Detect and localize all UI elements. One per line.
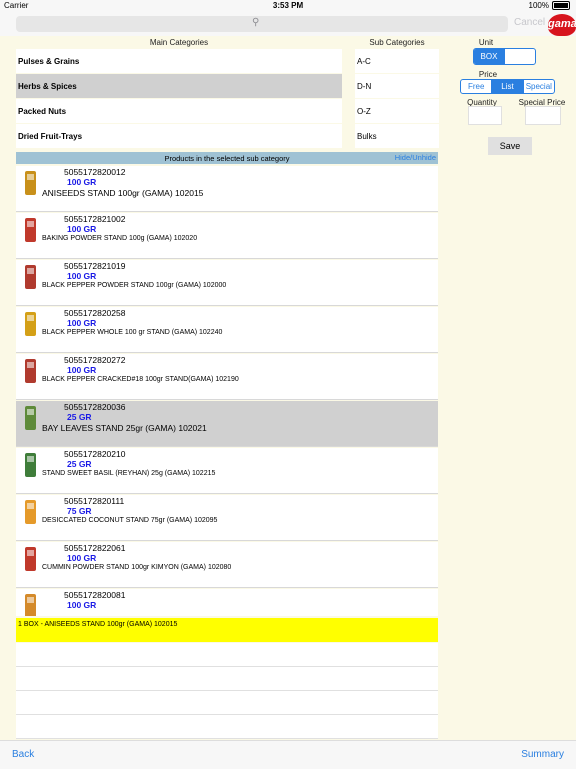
product-thumbnail bbox=[25, 359, 36, 383]
sub-category-item[interactable]: D-N bbox=[355, 74, 439, 98]
product-weight: 100 GR bbox=[67, 365, 97, 375]
product-barcode: 5055172820258 bbox=[64, 308, 126, 318]
battery-indicator: 100% bbox=[529, 1, 570, 10]
search-icon: ⚲ bbox=[252, 17, 260, 28]
product-thumbnail bbox=[25, 218, 36, 242]
product-name: BLACK PEPPER CRACKED#18 100gr STAND(GAMA… bbox=[42, 376, 239, 383]
unit-label: Unit bbox=[478, 38, 494, 47]
product-row[interactable]: 5055172820258 100 GR BLACK PEPPER WHOLE 10… bbox=[16, 307, 438, 353]
product-thumbnail bbox=[25, 594, 36, 616]
products-header: Products in the selected sub category Hi… bbox=[16, 152, 438, 164]
cancel-button[interactable]: Cancel bbox=[514, 17, 545, 28]
products-list[interactable]: 5055172820012 100 GR ANISEEDS STAND 100gr … bbox=[16, 166, 438, 616]
product-name: BLACK PEPPER WHOLE 100 gr STAND (GAMA) 1… bbox=[42, 329, 223, 336]
order-line-selected[interactable]: 1 BOX - ANISEEDS STAND 100gr (GAMA) 1020… bbox=[16, 618, 438, 642]
product-row[interactable]: 5055172820081 100 GR bbox=[16, 589, 438, 616]
main-category-item[interactable]: Dried Fruit-Trays bbox=[16, 124, 342, 148]
sub-category-item[interactable]: O-Z bbox=[355, 99, 439, 123]
product-barcode: 5055172820272 bbox=[64, 355, 126, 365]
unit-option-box[interactable]: BOX bbox=[474, 49, 504, 64]
product-row[interactable]: 5055172820272 100 GR BLACK PEPPER CRACKED#… bbox=[16, 354, 438, 400]
product-thumbnail bbox=[25, 171, 36, 195]
order-line-empty[interactable] bbox=[16, 691, 438, 715]
order-line-empty[interactable] bbox=[16, 643, 438, 667]
product-barcode: 5055172821019 bbox=[64, 261, 126, 271]
product-thumbnail bbox=[25, 547, 36, 571]
unit-segmented-control[interactable]: BOX bbox=[473, 48, 536, 65]
main-category-item[interactable]: Herbs & Spices bbox=[16, 74, 342, 98]
bottom-toolbar: Back Summary bbox=[0, 740, 576, 769]
nav-bar: ⚲ Cancel bbox=[0, 12, 576, 36]
product-weight: 100 GR bbox=[67, 224, 97, 234]
order-line-empty[interactable] bbox=[16, 667, 438, 691]
product-thumbnail bbox=[25, 265, 36, 289]
order-line-text: 1 BOX - ANISEEDS STAND 100gr (GAMA) 1020… bbox=[18, 621, 178, 628]
product-weight: 100 GR bbox=[67, 600, 97, 610]
main-category-item[interactable]: Pulses & Grains bbox=[16, 49, 342, 73]
product-barcode: 5055172820210 bbox=[64, 449, 126, 459]
product-row[interactable]: 5055172820036 25 GR BAY LEAVES STAND 25gr … bbox=[16, 401, 438, 447]
price-segmented-control[interactable]: Free List Special bbox=[460, 79, 555, 94]
price-label: Price bbox=[478, 70, 498, 79]
product-barcode: 5055172821002 bbox=[64, 214, 126, 224]
price-option-special[interactable]: Special bbox=[522, 80, 554, 93]
product-weight: 75 GR bbox=[67, 506, 92, 516]
product-thumbnail bbox=[25, 312, 36, 336]
product-barcode: 5055172822061 bbox=[64, 543, 126, 553]
product-name: DESICCATED COCONUT STAND 75gr (GAMA) 102… bbox=[42, 517, 218, 524]
product-row[interactable]: 5055172821002 100 GR BAKING POWDER STAND 1… bbox=[16, 213, 438, 259]
product-name: BAY LEAVES STAND 25gr (GAMA) 102021 bbox=[42, 423, 207, 433]
product-thumbnail bbox=[25, 500, 36, 524]
products-header-title: Products in the selected sub category bbox=[164, 154, 290, 163]
main-category-item[interactable]: Packed Nuts bbox=[16, 99, 342, 123]
price-option-list[interactable]: List bbox=[491, 80, 523, 93]
sub-category-item[interactable]: A-C bbox=[355, 49, 439, 73]
product-barcode: 5055172820081 bbox=[64, 590, 126, 600]
hide-unhide-button[interactable]: Hide/Unhide bbox=[395, 153, 436, 162]
product-thumbnail bbox=[25, 406, 36, 430]
unit-option-empty[interactable] bbox=[504, 49, 535, 64]
gama-logo: gama bbox=[548, 14, 576, 36]
product-barcode: 5055172820036 bbox=[64, 402, 126, 412]
battery-percent: 100% bbox=[528, 1, 549, 10]
product-name: BLACK PEPPER POWDER STAND 100gr (GAMA) 1… bbox=[42, 282, 227, 289]
summary-button[interactable]: Summary bbox=[521, 749, 564, 760]
sub-category-item[interactable]: Bulks bbox=[355, 124, 439, 148]
product-weight: 100 GR bbox=[67, 177, 97, 187]
main-categories-header: Main Categories bbox=[149, 38, 209, 47]
product-name: STAND SWEET BASIL (REYHAN) 25g (GAMA) 10… bbox=[42, 470, 216, 477]
search-input[interactable]: ⚲ bbox=[16, 16, 508, 32]
sub-categories-header: Sub Categories bbox=[369, 38, 425, 47]
special-price-field[interactable] bbox=[525, 106, 561, 125]
price-option-free[interactable]: Free bbox=[461, 80, 491, 93]
product-weight: 25 GR bbox=[67, 412, 92, 422]
battery-icon bbox=[552, 1, 570, 10]
product-weight: 100 GR bbox=[67, 271, 97, 281]
product-weight: 100 GR bbox=[67, 553, 97, 563]
product-weight: 25 GR bbox=[67, 459, 92, 469]
product-row[interactable]: 5055172820210 25 GR STAND SWEET BASIL (REY… bbox=[16, 448, 438, 494]
product-thumbnail bbox=[25, 453, 36, 477]
product-barcode: 5055172820111 bbox=[64, 496, 125, 506]
product-weight: 100 GR bbox=[67, 318, 97, 328]
product-row[interactable]: 5055172821019 100 GR BLACK PEPPER POWDER S… bbox=[16, 260, 438, 306]
product-row[interactable]: 5055172822061 100 GR CUMMIN POWDER STAND 1… bbox=[16, 542, 438, 588]
clock: 3:53 PM bbox=[272, 1, 304, 10]
back-button[interactable]: Back bbox=[12, 749, 34, 760]
order-line-empty[interactable] bbox=[16, 715, 438, 739]
product-name: BAKING POWDER STAND 100g (GAMA) 102020 bbox=[42, 235, 198, 242]
product-row[interactable]: 5055172820111 75 GR DESICCATED COCONUT STA… bbox=[16, 495, 438, 541]
product-row[interactable]: 5055172820012 100 GR ANISEEDS STAND 100gr … bbox=[16, 166, 438, 212]
product-name: CUMMIN POWDER STAND 100gr KIMYON (GAMA) … bbox=[42, 564, 232, 571]
quantity-field[interactable] bbox=[468, 106, 502, 125]
status-bar: Carrier 3:53 PM 100% bbox=[0, 0, 576, 12]
product-barcode: 5055172820012 bbox=[64, 167, 126, 177]
save-button[interactable]: Save bbox=[488, 137, 532, 155]
product-name: ANISEEDS STAND 100gr (GAMA) 102015 bbox=[42, 188, 204, 198]
